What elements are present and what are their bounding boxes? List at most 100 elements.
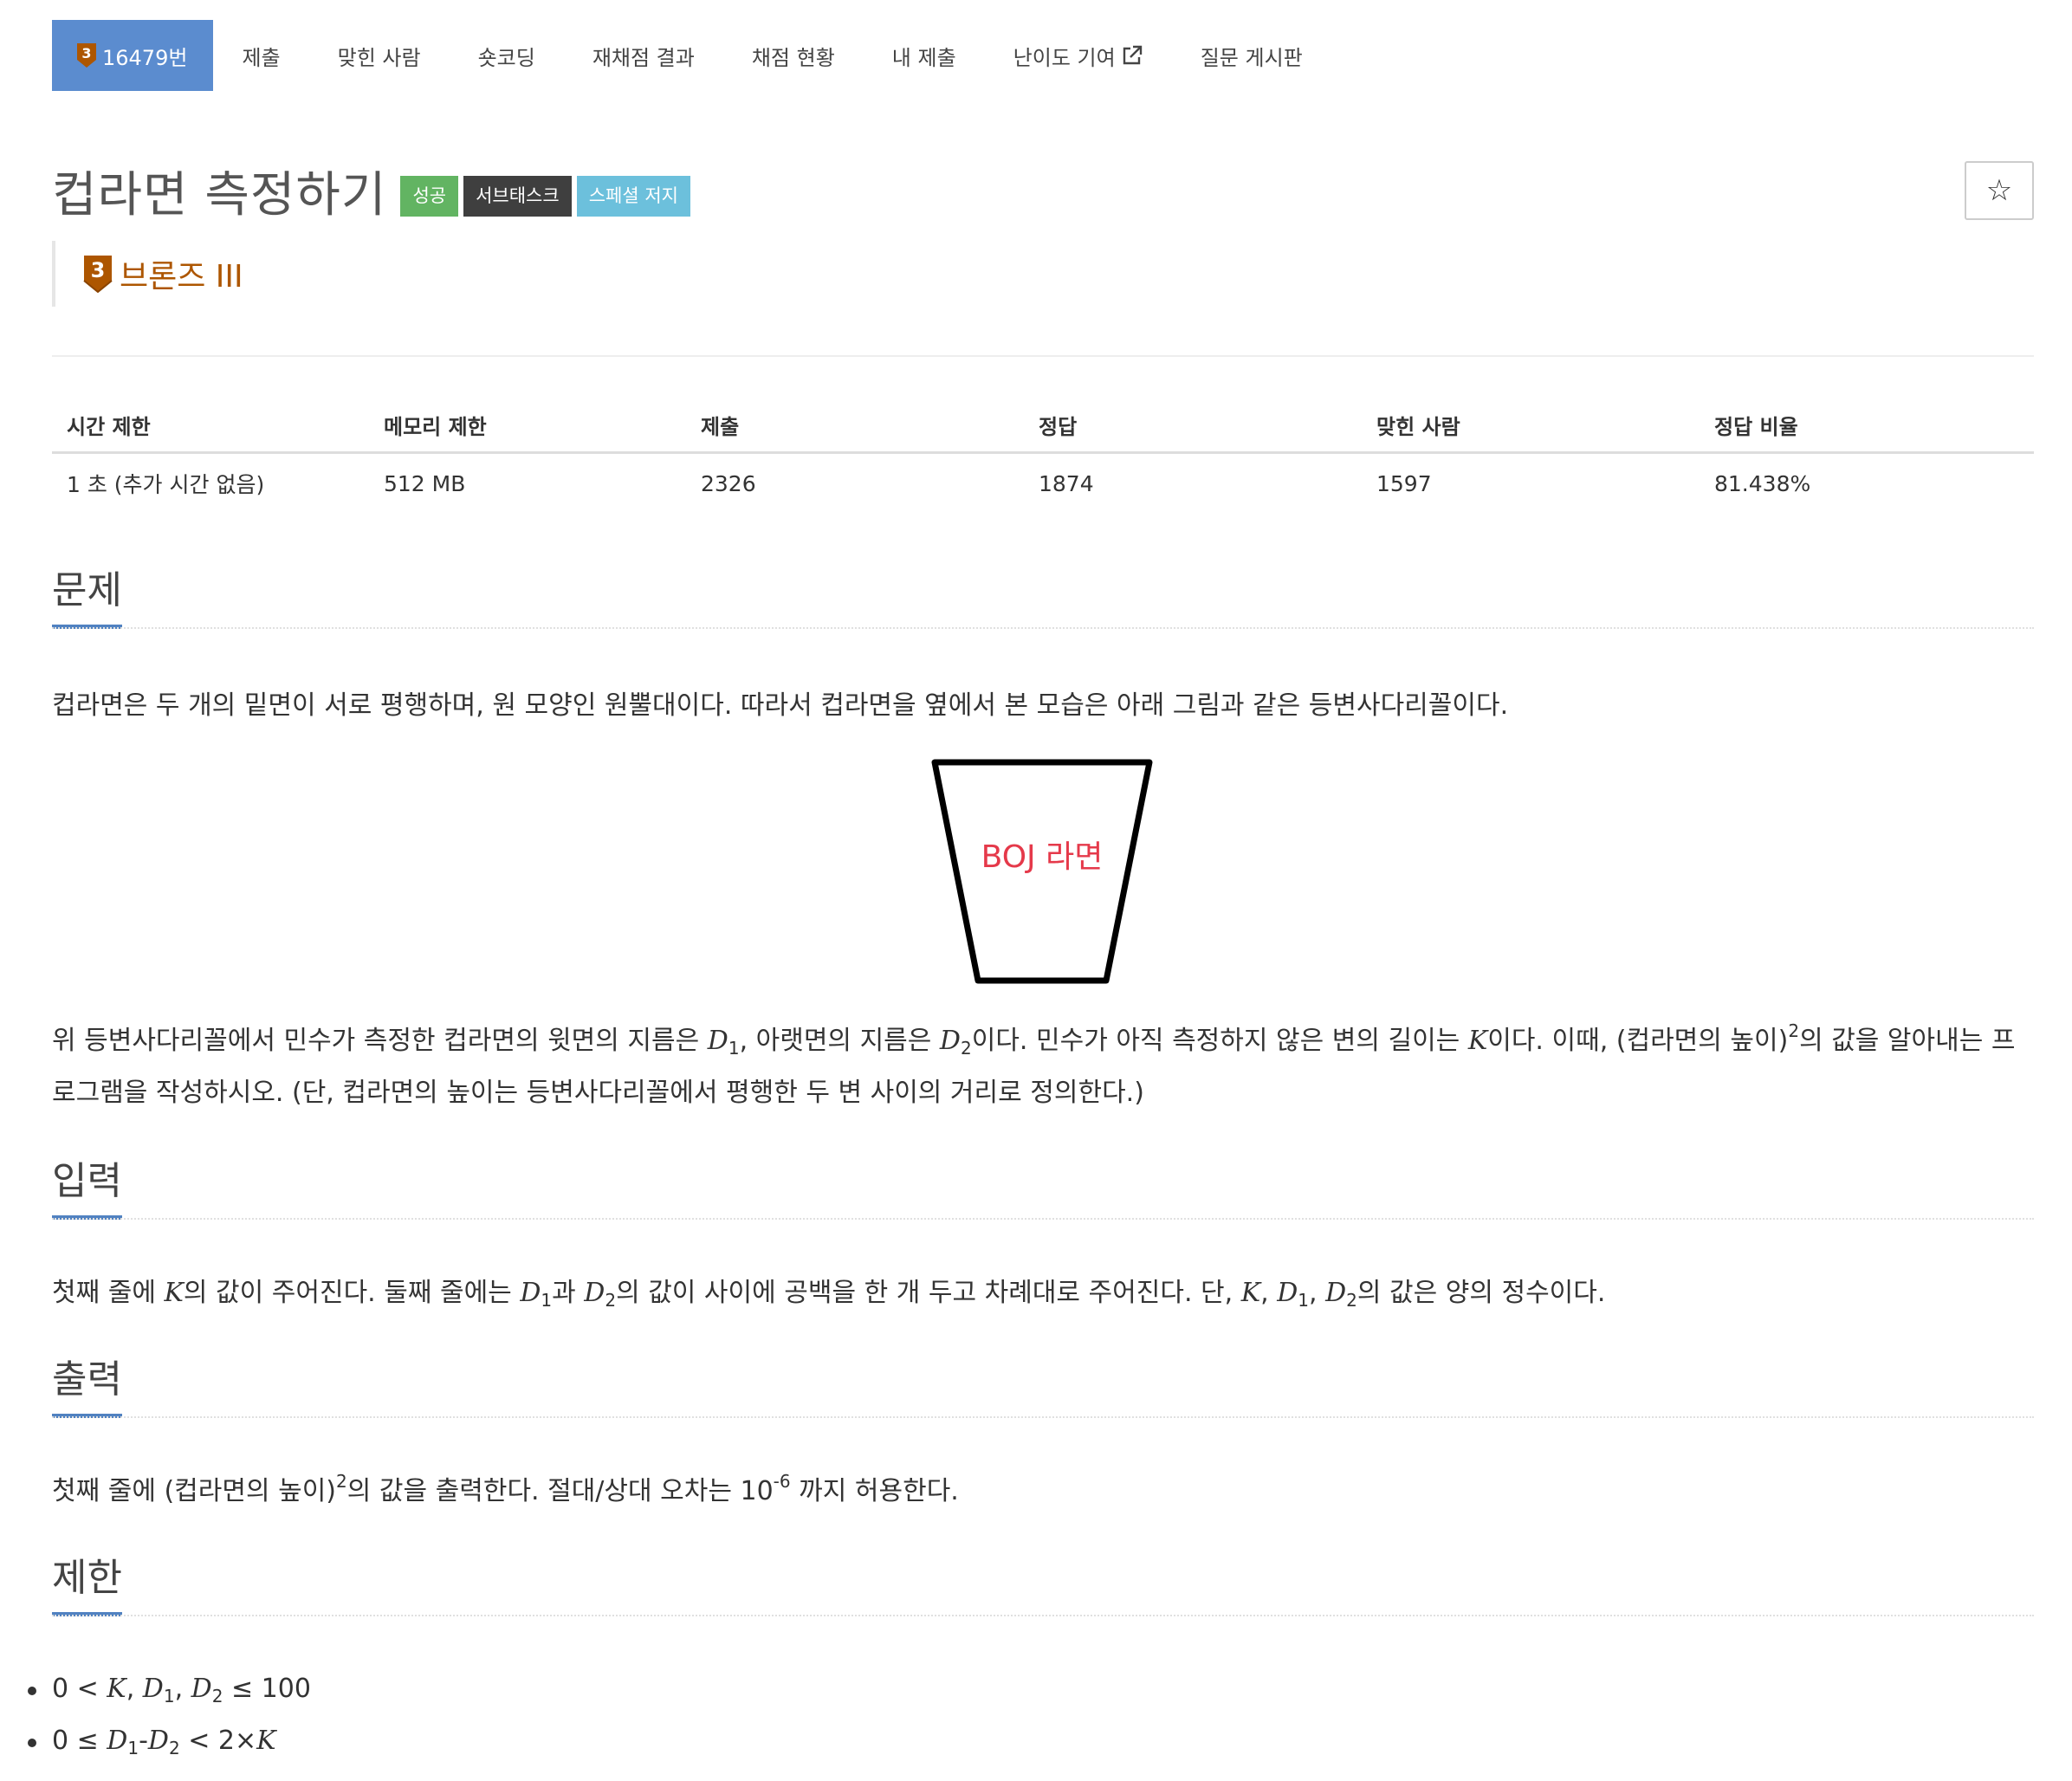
subscript: 2 [1346, 1290, 1357, 1311]
problem-title: 컵라면 측정하기 [52, 167, 387, 223]
var-k: K [1467, 1026, 1488, 1056]
input-text: 의 값은 양의 정수이다. [1357, 1278, 1606, 1308]
problem-header: 컵라면 측정하기 성공 서브태스크 스페셜 저지 [52, 156, 696, 226]
section-limits: 제한 [52, 1554, 2034, 1620]
input-description: 첫째 줄에 K의 값이 주어진다. 둘째 줄에는 D1과 D2의 값이 사이에 … [52, 1267, 2034, 1319]
section-limits-title: 제한 [52, 1554, 122, 1616]
divider [52, 355, 2034, 357]
var-d: D [147, 1726, 169, 1756]
tab-submit[interactable]: 제출 [213, 20, 308, 91]
subscript: 1 [127, 1738, 139, 1758]
problem-tier[interactable]: 3 브론즈 III [52, 241, 243, 307]
limits-list: 0 < K, D1, D2 ≤ 100 0 ≤ D1-D2 < 2×K [28, 1663, 311, 1767]
subscript: 1 [728, 1038, 740, 1059]
external-link-icon [1123, 45, 1142, 65]
separator: , [174, 1674, 191, 1704]
desc-text: , 아랫면의 지름은 [739, 1026, 940, 1056]
input-text: 의 값이 사이에 공백을 한 개 두고 차례대로 주어진다. 단, [616, 1278, 1241, 1308]
list-item: 0 < K, D1, D2 ≤ 100 [28, 1663, 311, 1715]
header-solvers: 맞힌 사람 [1376, 415, 1460, 439]
problem-nav: 3 16479번 제출 맞힌 사람 숏코딩 재채점 결과 채점 현황 내 제출 … [52, 20, 1331, 91]
table-row: 1 초 (추가 시간 없음) 512 MB 2326 1874 1597 81.… [52, 454, 2034, 513]
section-problem-title: 문제 [52, 567, 122, 629]
intro-text: 컵라면은 두 개의 밑면이 서로 평행하며, 원 모양인 원뿔대이다. 따라서 … [52, 690, 1509, 721]
desc-text: 이다. 민수가 아직 측정하지 않은 변의 길이는 [971, 1026, 1468, 1056]
subscript: 2 [211, 1686, 223, 1707]
superscript: -6 [773, 1471, 791, 1492]
var-k: K [107, 1674, 126, 1704]
section-divider [52, 627, 2034, 629]
var-d: D [520, 1278, 541, 1308]
section-output-title: 출력 [52, 1356, 122, 1418]
subscript: 1 [163, 1686, 175, 1707]
input-text: 의 값이 주어진다. 둘째 줄에는 [183, 1278, 521, 1308]
list-item: 0 ≤ D1-D2 < 2×K [28, 1715, 311, 1767]
svg-text:3: 3 [91, 258, 106, 282]
desc-text: 위 등변사다리꼴에서 민수가 측정한 컵라면의 윗면의 지름은 [52, 1026, 708, 1056]
submissions-value: 2326 [701, 470, 756, 496]
star-button[interactable]: ☆ [1965, 161, 2034, 220]
tab-short-coding[interactable]: 숏코딩 [450, 20, 564, 91]
time-limit-value: 1 초 (추가 시간 없음) [67, 472, 265, 497]
figure-label: BOJ 라면 [981, 839, 1104, 875]
header-time-limit: 시간 제한 [67, 415, 151, 439]
tab-status[interactable]: 채점 현황 [723, 20, 864, 91]
subtask-badge[interactable]: 서브태스크 [463, 176, 572, 217]
input-text: 과 [552, 1278, 585, 1308]
tab-my-submissions[interactable]: 내 제출 [864, 20, 985, 91]
var-d: D [939, 1026, 961, 1056]
tab-board[interactable]: 질문 게시판 [1172, 20, 1331, 91]
limit-text: ≤ 100 [223, 1674, 311, 1704]
tab-solvers[interactable]: 맞힌 사람 [309, 20, 450, 91]
separator: , [1260, 1278, 1278, 1308]
superscript: 2 [336, 1471, 347, 1492]
accepted-value: 1874 [1039, 470, 1094, 496]
problem-description: 컵라면은 두 개의 밑면이 서로 평행하며, 원 모양인 원뿔대이다. 따라서 … [52, 680, 2034, 732]
limit-text: < 2× [179, 1726, 257, 1756]
output-text: 첫째 줄에 (컵라면의 높이) [52, 1476, 337, 1506]
separator: , [1309, 1278, 1326, 1308]
problem-stats-table: 시간 제한 메모리 제한 제출 정답 맞힌 사람 정답 비율 1 초 (추가 시… [52, 398, 2034, 513]
table-header: 시간 제한 메모리 제한 제출 정답 맞힌 사람 정답 비율 [52, 398, 2034, 454]
tab-rejudge[interactable]: 재채점 결과 [564, 20, 723, 91]
header-submissions: 제출 [701, 415, 740, 439]
section-output: 출력 [52, 1356, 2034, 1422]
bronze-tier-icon: 3 [77, 43, 96, 68]
var-d: D [142, 1674, 164, 1704]
tier-label: 브론즈 III [120, 259, 243, 295]
section-problem: 문제 [52, 567, 2034, 632]
var-k: K [1240, 1278, 1261, 1308]
solvers-value: 1597 [1376, 470, 1432, 496]
subscript: 2 [605, 1290, 617, 1311]
superscript: 2 [1788, 1020, 1800, 1041]
separator: , [126, 1674, 143, 1704]
bronze-tier-icon: 3 [83, 256, 113, 293]
section-input-title: 입력 [52, 1157, 122, 1220]
var-d: D [1325, 1278, 1347, 1308]
output-text: 의 값을 출력한다. 절대/상대 오차는 10 [346, 1476, 774, 1506]
subscript: 1 [541, 1290, 553, 1311]
ratio-value: 81.438% [1714, 470, 1811, 496]
section-divider [52, 1615, 2034, 1616]
var-d: D [707, 1026, 728, 1056]
problem-description-2: 위 등변사다리꼴에서 민수가 측정한 컵라면의 윗면의 지름은 D1, 아랫면의… [52, 1015, 2034, 1119]
problem-badges: 성공 서브태스크 스페셜 저지 [400, 176, 696, 217]
input-text: 첫째 줄에 [52, 1278, 165, 1308]
tab-difficulty[interactable]: 난이도 기여 [985, 20, 1172, 91]
var-d: D [584, 1278, 605, 1308]
limit-text: 0 < [52, 1674, 107, 1704]
special-judge-badge[interactable]: 스페셜 저지 [576, 176, 690, 217]
cup-ramen-figure: BOJ 라면 [931, 759, 1153, 984]
header-accepted: 정답 [1039, 415, 1078, 439]
tab-problem[interactable]: 3 16479번 [52, 20, 214, 91]
section-divider [52, 1218, 2034, 1220]
tab-difficulty-label: 난이도 기여 [1013, 45, 1116, 70]
svg-text:3: 3 [81, 45, 91, 62]
section-divider [52, 1416, 2034, 1418]
header-memory-limit: 메모리 제한 [384, 415, 487, 439]
output-description: 첫째 줄에 (컵라면의 높이)2의 값을 출력한다. 절대/상대 오차는 10-… [52, 1466, 2034, 1518]
desc-text: 이다. 이때, (컵라면의 높이) [1487, 1026, 1789, 1056]
limit-text: 0 ≤ [52, 1726, 107, 1756]
subscript: 2 [960, 1038, 972, 1059]
var-d: D [1277, 1278, 1298, 1308]
